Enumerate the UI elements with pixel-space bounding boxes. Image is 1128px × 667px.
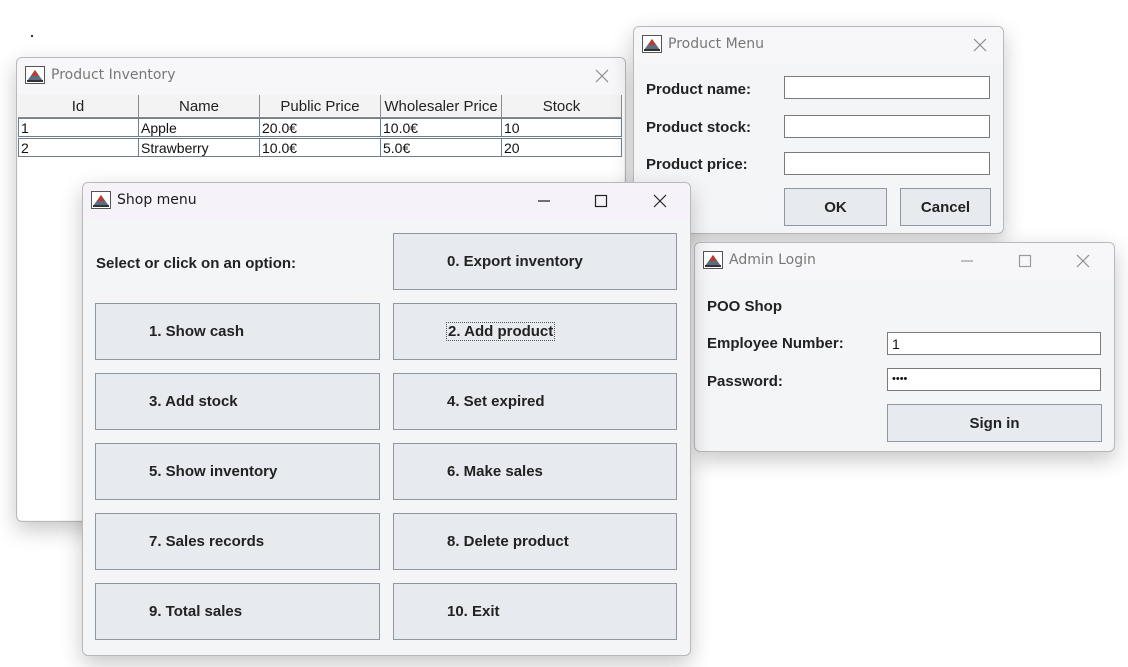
make-sales-label: 6. Make sales [447,463,543,480]
sales-records-label: 7. Sales records [149,533,265,550]
select-option-prompt: Select or click on an option: [96,255,297,272]
product-name-label: Product name: [646,81,752,98]
table-row[interactable]: 1 Apple 20.0€ 10.0€ 10 [18,118,622,137]
minimize-icon [961,260,973,262]
product-menu-title: Product Menu [668,36,765,52]
password-label: Password: [707,373,783,390]
column-header-wholesaler-price[interactable]: Wholesaler Price [381,95,502,117]
java-app-icon [91,191,111,209]
column-header-name[interactable]: Name [139,95,260,117]
cancel-button[interactable]: Cancel [900,188,991,226]
employee-number-input[interactable]: 1 [887,332,1101,355]
sign-in-button-label: Sign in [969,414,1020,432]
employee-number-label: Employee Number: [707,335,844,352]
export-inventory-button[interactable]: 0. Export inventory [393,233,677,290]
shop-name-label: POO Shop [707,298,782,315]
make-sales-button[interactable]: 6. Make sales [393,443,677,500]
product-price-label: Product price: [646,156,748,173]
sales-records-button[interactable]: 7. Sales records [95,513,380,570]
table-cell: 20 [502,138,622,157]
product-name-input[interactable] [784,76,990,99]
product-menu-close-button[interactable] [957,29,1003,61]
stray-dot [31,35,33,37]
product-stock-label: Product stock: [646,119,752,136]
exit-button[interactable]: 10. Exit [393,583,677,640]
table-row[interactable]: 2 Strawberry 10.0€ 5.0€ 20 [18,138,622,157]
java-app-icon [703,251,723,269]
table-cell: Strawberry [139,138,260,157]
show-cash-button[interactable]: 1. Show cash [95,303,380,360]
add-stock-button[interactable]: 3. Add stock [95,373,380,430]
table-cell: 10 [502,118,622,137]
table-cell: 10.0€ [381,118,502,137]
java-app-icon [25,66,45,84]
table-cell: 1 [18,118,139,137]
inventory-titlebar[interactable]: Product Inventory [17,58,625,94]
admin-login-close-button[interactable] [1060,245,1106,277]
exit-label: 10. Exit [447,603,500,620]
set-expired-button[interactable]: 4. Set expired [393,373,677,430]
column-header-id[interactable]: Id [18,95,139,117]
set-expired-label: 4. Set expired [447,393,545,410]
cancel-button-label: Cancel [920,198,971,216]
column-header-stock[interactable]: Stock [502,95,622,117]
shop-menu-maximize-button[interactable] [578,185,624,217]
sign-in-button[interactable]: Sign in [887,404,1102,442]
total-sales-button[interactable]: 9. Total sales [95,583,380,640]
inventory-close-button[interactable] [579,60,625,92]
add-product-button[interactable]: 2. Add product [393,303,677,360]
product-menu-titlebar[interactable]: Product Menu [634,27,1003,63]
minimize-icon [538,200,550,202]
table-cell: Apple [139,118,260,137]
show-inventory-label: 5. Show inventory [149,463,278,480]
shop-menu-close-button[interactable] [637,185,683,217]
show-cash-label: 1. Show cash [149,323,245,340]
close-icon [653,194,667,208]
table-cell: 2 [18,138,139,157]
column-header-public-price[interactable]: Public Price [260,95,381,117]
show-inventory-button[interactable]: 5. Show inventory [95,443,380,500]
delete-product-button[interactable]: 8. Delete product [393,513,677,570]
ok-button-label: OK [824,198,847,216]
delete-product-label: 8. Delete product [447,533,569,550]
table-cell: 10.0€ [260,138,381,157]
close-icon [595,69,609,83]
product-stock-input[interactable] [784,115,990,138]
maximize-icon [1018,254,1032,268]
total-sales-label: 9. Total sales [149,603,243,620]
password-input[interactable]: •••• [887,368,1101,391]
inventory-title: Product Inventory [51,67,176,83]
ok-button[interactable]: OK [784,188,887,226]
table-cell: 20.0€ [260,118,381,137]
admin-login-title: Admin Login [729,252,816,268]
admin-login-minimize-button[interactable] [944,245,990,277]
admin-login-window: Admin Login POO Shop Employee Number: 1 … [694,242,1115,452]
table-header: Id Name Public Price Wholesaler Price St… [18,95,622,118]
add-stock-label: 3. Add stock [149,393,238,410]
close-icon [1076,254,1090,268]
shop-menu-minimize-button[interactable] [521,185,567,217]
java-app-icon [642,35,662,53]
shop-menu-window: Shop menu Select or click on an option: … [82,182,691,656]
admin-login-maximize-button[interactable] [1002,245,1048,277]
admin-login-titlebar[interactable]: Admin Login [695,243,1114,279]
close-icon [973,38,987,52]
export-inventory-label: 0. Export inventory [447,253,583,270]
add-product-label: 2. Add product [445,322,556,341]
shop-menu-titlebar[interactable]: Shop menu [83,183,690,219]
table-cell: 5.0€ [381,138,502,157]
product-price-input[interactable] [784,152,990,175]
maximize-icon [594,194,608,208]
shop-menu-title: Shop menu [117,192,197,208]
